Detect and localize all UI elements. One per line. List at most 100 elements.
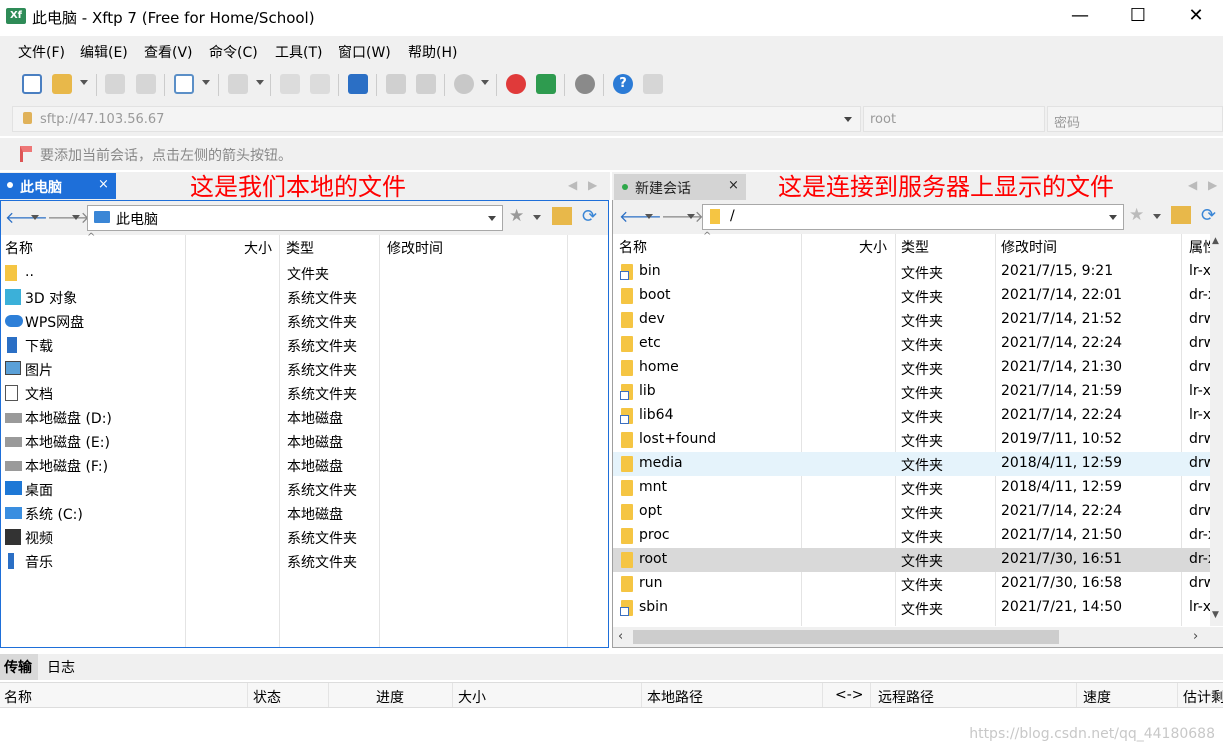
table-row[interactable]: sbin 文件夹 2021/7/21, 14:50 lr-x (613, 596, 1211, 620)
column-modified[interactable]: 修改时间 (1001, 237, 1057, 257)
transfer-column-local-path[interactable]: 本地路径 (647, 687, 703, 707)
transfer-column-speed[interactable]: 速度 (1083, 687, 1111, 707)
minimize-button[interactable]: — (1050, 0, 1110, 34)
terminal-icon[interactable] (228, 74, 248, 94)
forward-arrow-icon[interactable]: 🡒 (661, 206, 704, 226)
tab-transfers[interactable]: 传输 (0, 654, 38, 680)
table-row[interactable]: lib64 文件夹 2021/7/14, 22:24 lr-x (613, 404, 1211, 428)
menu-command[interactable]: 命令(C) (209, 42, 258, 62)
transfer-column-status[interactable]: 状态 (253, 687, 281, 707)
back-arrow-icon[interactable]: 🡐 (5, 207, 48, 227)
tab-local-computer[interactable]: 此电脑 × (0, 173, 116, 199)
scroll-left-icon[interactable]: ‹ (618, 629, 623, 644)
star-icon[interactable]: ★ (509, 206, 524, 226)
list-item[interactable]: 音乐 系统文件夹 (1, 549, 608, 573)
close-icon[interactable]: × (728, 178, 739, 193)
column-modified[interactable]: 修改时间 (387, 238, 443, 258)
tab-scroll-left-icon[interactable]: ◀ (568, 178, 577, 192)
list-item[interactable]: WPS网盘 系统文件夹 (1, 309, 608, 333)
list-item[interactable]: 视频 系统文件夹 (1, 525, 608, 549)
tab-new-session[interactable]: 新建会话 × (614, 174, 746, 200)
maximize-button[interactable]: ☐ (1108, 0, 1168, 34)
table-row[interactable]: dev 文件夹 2021/7/14, 21:52 drw (613, 308, 1215, 332)
transfer-column-direction[interactable]: <-> (835, 687, 864, 703)
column-size[interactable]: 大小 (859, 237, 887, 257)
menu-tools[interactable]: 工具(T) (275, 42, 322, 62)
scroll-up-icon[interactable]: ▲ (1212, 236, 1219, 246)
status-icon[interactable] (454, 74, 474, 94)
host-address-input[interactable]: sftp://47.103.56.67 (12, 106, 861, 132)
column-name[interactable]: 名称 (5, 238, 33, 258)
tab-log[interactable]: 日志 (47, 657, 75, 677)
column-size[interactable]: 大小 (244, 238, 272, 258)
back-arrow-icon[interactable]: 🡐 (619, 206, 662, 226)
vertical-scrollbar[interactable]: ▲ ▼ (1210, 234, 1223, 626)
table-row[interactable]: media 文件夹 2018/4/11, 12:59 drw (613, 452, 1215, 476)
left-path-input[interactable]: 此电脑 (87, 205, 503, 231)
table-row[interactable]: boot 文件夹 2021/7/14, 22:01 dr-x (613, 284, 1216, 308)
refresh-icon[interactable]: ⟳ (582, 206, 597, 227)
chevron-down-icon[interactable] (1109, 215, 1117, 220)
session-properties-icon[interactable] (174, 74, 194, 94)
list-item[interactable]: 本地磁盘 (F:) 本地磁盘 (1, 453, 608, 477)
chevron-down-icon[interactable] (202, 80, 210, 85)
menu-help[interactable]: 帮助(H) (408, 42, 457, 62)
transfer-column-remote-path[interactable]: 远程路径 (878, 687, 934, 707)
menu-view[interactable]: 查看(V) (144, 42, 193, 62)
chevron-down-icon[interactable] (533, 215, 541, 220)
sync-icon[interactable] (348, 74, 368, 94)
list-item[interactable]: 系统 (C:) 本地磁盘 (1, 501, 608, 525)
open-folder-icon[interactable] (52, 74, 72, 94)
transfer-column-size[interactable]: 大小 (458, 687, 486, 707)
scroll-down-icon[interactable]: ▼ (1212, 610, 1219, 620)
xshell-icon[interactable] (506, 74, 526, 94)
list-item[interactable]: 图片 系统文件夹 (1, 357, 608, 381)
close-icon[interactable]: × (98, 177, 109, 192)
chevron-down-icon[interactable] (844, 117, 852, 122)
download-icon[interactable] (310, 74, 330, 94)
password-input[interactable]: 密码 (1047, 106, 1223, 132)
scroll-right-icon[interactable]: › (1193, 629, 1198, 644)
menu-file[interactable]: 文件(F) (18, 42, 65, 62)
bookmark-flag-icon[interactable] (20, 146, 32, 162)
list-item[interactable]: 下载 系统文件夹 (1, 333, 608, 357)
transfer-column-name[interactable]: 名称 (4, 687, 32, 707)
forward-arrow-icon[interactable]: 🡒 (47, 207, 90, 227)
list-item[interactable]: 3D 对象 系统文件夹 (1, 285, 608, 309)
chevron-down-icon[interactable] (80, 80, 88, 85)
username-input[interactable]: root (863, 106, 1045, 132)
chevron-down-icon[interactable] (256, 80, 264, 85)
chevron-down-icon[interactable] (1153, 214, 1161, 219)
list-item[interactable]: 本地磁盘 (D:) 本地磁盘 (1, 405, 608, 429)
transfer-column-eta[interactable]: 估计剩 (1183, 687, 1223, 707)
column-type[interactable]: 类型 (901, 237, 929, 257)
table-row[interactable]: root 文件夹 2021/7/30, 16:51 dr-x (613, 548, 1216, 572)
table-row[interactable]: proc 文件夹 2021/7/14, 21:50 dr-x (613, 524, 1216, 548)
home-folder-icon[interactable] (1171, 206, 1191, 224)
list-item[interactable]: 本地磁盘 (E:) 本地磁盘 (1, 429, 608, 453)
star-icon[interactable]: ★ (1129, 205, 1144, 225)
chevron-down-icon[interactable] (687, 214, 695, 219)
table-row[interactable]: mnt 文件夹 2018/4/11, 12:59 drw (613, 476, 1215, 500)
gear-icon[interactable] (575, 74, 595, 94)
paste-icon[interactable] (416, 74, 436, 94)
copy-icon[interactable] (386, 74, 406, 94)
transfer-column-progress[interactable]: 进度 (376, 687, 404, 707)
help-icon[interactable]: ? (613, 74, 633, 94)
refresh-icon[interactable]: ⟳ (1201, 205, 1216, 226)
table-row[interactable]: home 文件夹 2021/7/14, 21:30 drw (613, 356, 1215, 380)
list-item[interactable]: 文档 系统文件夹 (1, 381, 608, 405)
close-window-button[interactable]: ✕ (1166, 0, 1223, 34)
comment-icon[interactable] (643, 74, 663, 94)
home-folder-icon[interactable] (552, 207, 572, 225)
right-path-input[interactable]: / (702, 204, 1124, 230)
list-item[interactable]: .. 文件夹 (1, 261, 608, 285)
table-row[interactable]: lost+found 文件夹 2019/7/11, 10:52 drw (613, 428, 1215, 452)
upload-icon[interactable] (280, 74, 300, 94)
chevron-down-icon[interactable] (645, 214, 653, 219)
table-row[interactable]: bin 文件夹 2021/7/15, 9:21 lr-x (613, 260, 1211, 284)
chevron-down-icon[interactable] (481, 80, 489, 85)
new-session-icon[interactable] (22, 74, 42, 94)
list-item[interactable]: 桌面 系统文件夹 (1, 477, 608, 501)
table-row[interactable]: run 文件夹 2021/7/30, 16:58 drw (613, 572, 1215, 596)
